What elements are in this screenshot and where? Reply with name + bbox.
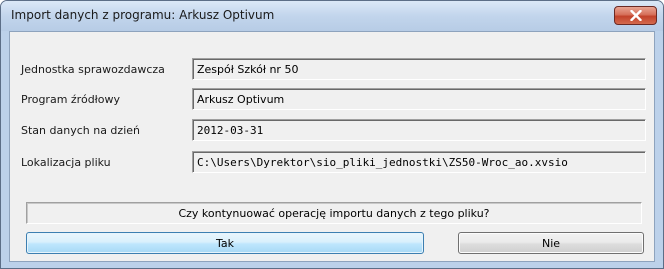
lokalizacja-label: Lokalizacja pliku xyxy=(21,156,111,169)
import-dialog-window: Import danych z programu: Arkusz Optivum… xyxy=(0,0,664,269)
window-title: Import danych z programu: Arkusz Optivum xyxy=(11,8,275,22)
program-field: Arkusz Optivum xyxy=(192,88,646,110)
dialog-content: Jednostka sprawozdawcza Zespół Szkół nr … xyxy=(9,31,655,262)
close-button[interactable] xyxy=(614,6,657,25)
tak-button[interactable]: Tak xyxy=(26,232,424,254)
lokalizacja-field: C:\Users\Dyrektor\sio_pliki_jednostki\ZS… xyxy=(192,151,646,173)
program-label: Program źródłowy xyxy=(21,93,121,106)
confirmation-question: Czy kontynuować operację importu danych … xyxy=(26,202,642,224)
stan-danych-label: Stan danych na dzień xyxy=(21,124,140,137)
nie-button[interactable]: Nie xyxy=(458,232,644,254)
close-icon xyxy=(629,10,642,21)
title-bar[interactable]: Import danych z programu: Arkusz Optivum xyxy=(1,1,663,31)
jednostka-field: Zespół Szkół nr 50 xyxy=(192,58,646,80)
jednostka-label: Jednostka sprawozdawcza xyxy=(21,63,165,76)
stan-danych-field: 2012-03-31 xyxy=(192,119,646,141)
